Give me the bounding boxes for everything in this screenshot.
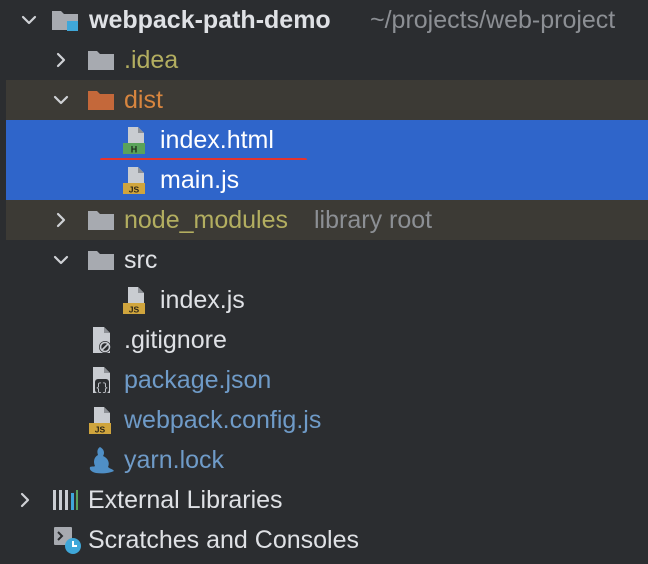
tree-row-gitignore[interactable]: .gitignore (0, 320, 648, 360)
tree-item-label: .gitignore (124, 326, 227, 354)
chevron-down-icon[interactable] (52, 251, 70, 269)
tree-row-project-root[interactable]: webpack-path-demo ~/projects/web-project (0, 0, 648, 40)
module-folder-icon (50, 5, 80, 35)
tree-row-idea[interactable]: .idea (0, 40, 648, 80)
ignored-file-icon (86, 325, 116, 355)
tree-item-label: .idea (124, 46, 179, 74)
chevron-down-icon[interactable] (20, 11, 38, 29)
excluded-folder-icon (86, 85, 116, 115)
badge-text: JS (129, 185, 140, 195)
tree-item-label: node_modules (124, 206, 289, 234)
tree-row-webpack-config[interactable]: JS webpack.config.js (0, 400, 648, 440)
svg-text:{}: {} (95, 383, 108, 395)
tree-item-label: index.js (160, 286, 245, 314)
library-root-hint: library root (314, 206, 433, 234)
json-file-icon: {} (86, 365, 116, 395)
tree-row-main-js[interactable]: JS main.js (6, 160, 648, 200)
tree-item-label: Scratches and Consoles (88, 526, 359, 554)
tree-row-dist[interactable]: dist (6, 80, 648, 120)
tree-row-package-json[interactable]: {} package.json (0, 360, 648, 400)
badge-text: JS (129, 305, 140, 315)
project-path: ~/projects/web-project (370, 6, 616, 34)
chevron-right-icon[interactable] (52, 211, 70, 229)
tree-row-external-libraries[interactable]: External Libraries (0, 480, 648, 520)
library-icon (50, 485, 80, 515)
tree-row-yarn-lock[interactable]: yarn.lock (0, 440, 648, 480)
yarn-icon (86, 445, 116, 475)
tree-item-label: webpack.config.js (124, 406, 322, 434)
chevron-down-icon[interactable] (52, 91, 70, 109)
badge-text: JS (95, 425, 106, 435)
tree-item-label: main.js (160, 166, 240, 194)
tree-row-scratches[interactable]: Scratches and Consoles (0, 520, 648, 560)
scratches-icon (52, 525, 82, 555)
folder-icon (86, 45, 116, 75)
tree-item-label: yarn.lock (124, 446, 225, 474)
tree-item-label: dist (124, 86, 163, 114)
tree-item-label: index.html (160, 126, 274, 154)
js-file-icon: JS (120, 285, 150, 315)
tree-item-label: src (124, 246, 158, 274)
chevron-right-icon[interactable] (52, 51, 70, 69)
tree-row-src[interactable]: src (0, 240, 648, 280)
tree-item-label: External Libraries (88, 486, 283, 514)
project-tree: webpack-path-demo ~/projects/web-project… (0, 0, 648, 564)
tree-row-index-js[interactable]: JS index.js (0, 280, 648, 320)
js-file-icon: JS (120, 165, 150, 195)
tree-row-node-modules[interactable]: node_modules library root (6, 200, 648, 240)
folder-icon (86, 245, 116, 275)
badge-text: H (131, 145, 138, 155)
html-file-icon: H (120, 125, 150, 155)
folder-icon (86, 205, 116, 235)
tree-row-index-html[interactable]: H index.html (6, 120, 648, 160)
chevron-right-icon[interactable] (16, 491, 34, 509)
tree-item-label: package.json (124, 366, 272, 394)
js-file-icon: JS (86, 405, 116, 435)
project-name: webpack-path-demo (89, 6, 331, 34)
